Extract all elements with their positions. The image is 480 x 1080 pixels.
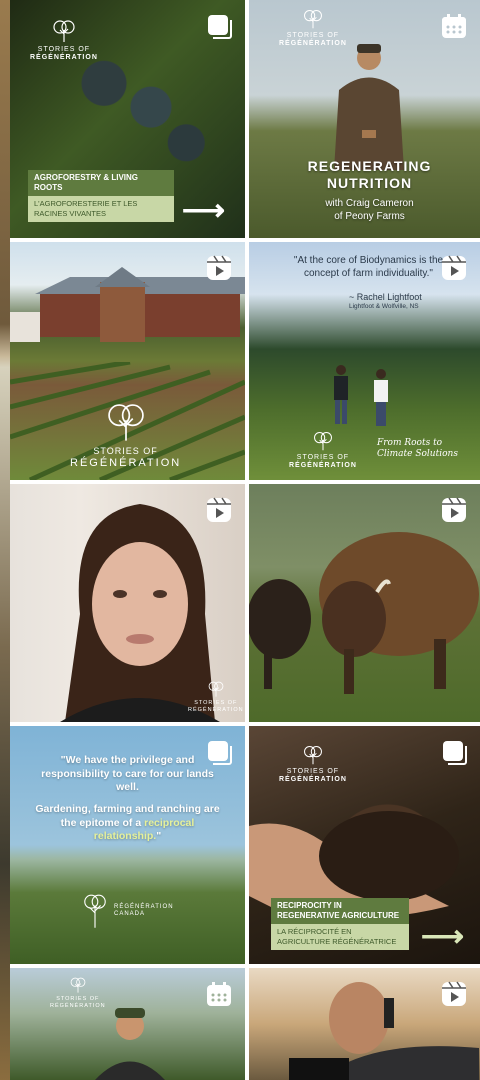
post-regenerating-nutrition[interactable]: STORIES OF RÉGÉNÉRATION REGENERATING NUT… <box>249 0 480 238</box>
signature-line1: From Roots to <box>377 438 443 448</box>
post-tag: RECIPROCITY IN REGENERATIVE AGRICULTURE <box>271 898 409 925</box>
quote-part1: "We have the privilege and responsibilit… <box>41 754 214 794</box>
brand-logo: STORIES OF RÉGÉNÉRATION <box>279 8 347 49</box>
brand-logo: STORIES OF RÉGÉNÉRATION <box>279 744 347 785</box>
quote-attribution-sub: Lightfoot & Wolfville, NS <box>349 303 419 310</box>
quote-attribution: ~ Rachel Lightfoot <box>349 292 422 302</box>
arrow-right-icon: ⟶ <box>182 194 226 227</box>
brand-logo-canada: RÉGÉNÉRATION CANADA <box>82 892 174 930</box>
post-subtitle: with Craig Cameron of Peony Farms <box>269 197 470 223</box>
brand-name-line2: RÉGÉNÉRATION <box>30 54 98 62</box>
post-interview-reel[interactable]: STORIES OF RÉGÉNÉRATION <box>10 484 245 722</box>
post-reciprocity-agriculture[interactable]: STORIES OF RÉGÉNÉRATION RECIPROCITY IN R… <box>249 726 480 964</box>
brand-name-line2: RÉGÉNÉRATION <box>50 1002 106 1009</box>
page-edge-strip <box>0 0 10 1080</box>
post-grid: STORIES OF RÉGÉNÉRATION AGROFORESTRY & L… <box>10 0 480 1080</box>
reel-icon <box>207 255 231 280</box>
arrow-right-icon: ⟶ <box>421 920 465 953</box>
signature-logo: From Roots to Climate Solutions <box>377 438 458 460</box>
regeneration-tree-icon <box>53 20 75 42</box>
brand-name-line1: STORIES OF <box>194 700 238 706</box>
regeneration-tree-icon <box>84 894 106 928</box>
calendar-icon <box>442 14 466 38</box>
post-reciprocal-quote[interactable]: "We have the privilege and responsibilit… <box>10 726 245 964</box>
carousel-icon <box>208 15 232 39</box>
post-event-partial[interactable]: STORIES OF RÉGÉNÉRATION <box>10 968 245 1080</box>
reel-icon <box>442 255 466 280</box>
brand-name-line2: RÉGÉNÉRATION <box>279 40 347 48</box>
post-agroforestry[interactable]: STORIES OF RÉGÉNÉRATION AGROFORESTRY & L… <box>10 0 245 238</box>
carousel-icon <box>443 741 467 765</box>
calendar-icon <box>207 982 231 1006</box>
post-bison-reel[interactable] <box>249 484 480 722</box>
post-filming-reel-partial[interactable] <box>249 968 480 1080</box>
brand-name-line2: RÉGÉNÉRATION <box>70 456 182 469</box>
regeneration-tree-icon <box>208 681 224 697</box>
post-biodynamics-reel[interactable]: "At the core of Biodynamics is the conce… <box>249 242 480 480</box>
post-subtitle-line1: with Craig Cameron <box>325 198 414 209</box>
post-tag: AGROFORESTRY & LIVING ROOTS <box>28 170 174 197</box>
post-title-line2: NUTRITION <box>326 174 413 191</box>
regeneration-tree-icon <box>303 746 322 765</box>
brand-name-line2: RÉGÉNÉRATION <box>289 462 357 470</box>
post-subtag: LA RÉCIPROCITÉ EN AGRICULTURE RÉGÉNÉRATR… <box>271 924 409 951</box>
brand-logo: STORIES OF RÉGÉNÉRATION <box>30 18 98 63</box>
regeneration-tree-icon <box>107 404 144 441</box>
quote-end: " <box>156 830 162 843</box>
brand-logo: STORIES OF RÉGÉNÉRATION <box>289 430 357 471</box>
reel-icon <box>207 497 231 522</box>
brand-name-line1: STORIES OF <box>93 446 158 456</box>
reel-icon <box>442 497 466 522</box>
bison-image <box>249 532 479 694</box>
reel-icon <box>442 981 466 1006</box>
brand-logo: STORIES OF RÉGÉNÉRATION <box>188 680 244 713</box>
brand-logo: STORIES OF RÉGÉNÉRATION <box>50 976 106 1009</box>
regeneration-tree-icon <box>303 10 322 29</box>
signature-line2: Climate Solutions <box>377 448 458 459</box>
post-subtag: L'AGROFORESTERIE ET LES RACINES VIVANTES <box>28 196 174 223</box>
brand-canada-line2: CANADA <box>114 911 146 917</box>
post-title-line1: REGENERATING <box>307 158 432 174</box>
brand-name-line2: RÉGÉNÉRATION <box>279 776 347 784</box>
brand-canada-line1: RÉGÉNÉRATION <box>114 903 174 910</box>
post-title: REGENERATING NUTRITION <box>269 158 470 192</box>
post-quote: "We have the privilege and responsibilit… <box>30 754 225 844</box>
post-vineyard-reel[interactable]: STORIES OF RÉGÉNÉRATION <box>10 242 245 480</box>
regeneration-tree-icon <box>70 977 86 993</box>
brand-name-line2: RÉGÉNÉRATION <box>188 706 244 713</box>
regeneration-tree-icon <box>313 432 332 451</box>
brand-name-line1: STORIES OF <box>56 996 100 1002</box>
carousel-icon <box>208 741 232 765</box>
post-subtitle-line2: of Peony Farms <box>334 211 405 222</box>
post-quote: "At the core of Biodynamics is the conce… <box>293 255 444 279</box>
brand-logo: STORIES OF RÉGÉNÉRATION <box>70 400 181 470</box>
quote-part2-wrap: Gardening, farming and ranching are the … <box>30 803 225 844</box>
man-portrait <box>95 1008 165 1080</box>
